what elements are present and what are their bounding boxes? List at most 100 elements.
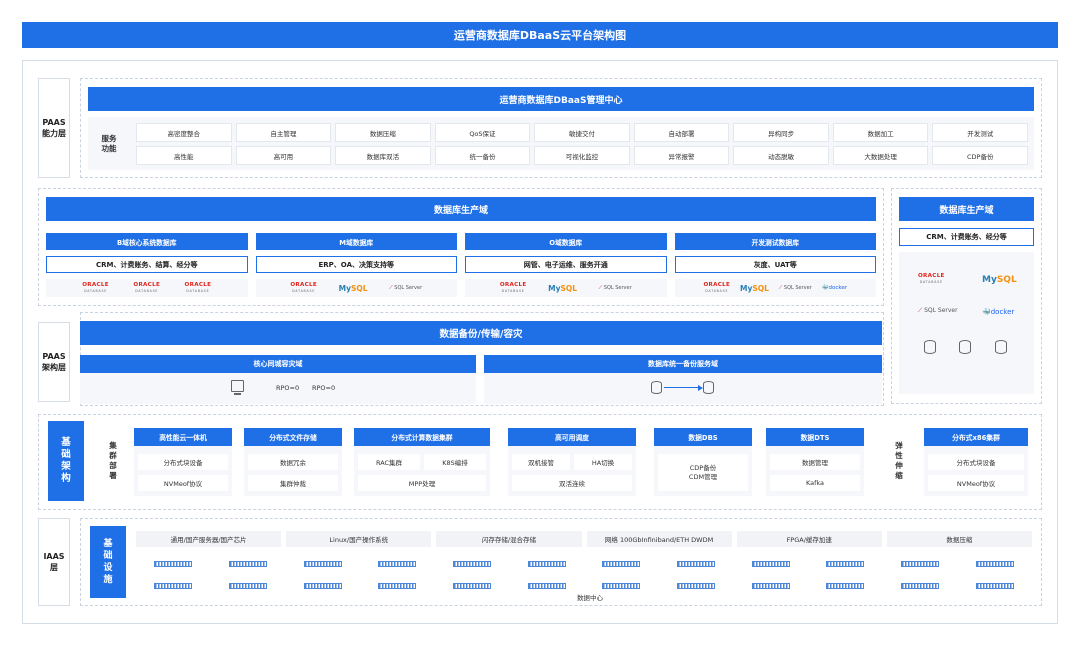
mysql-logo-my: My xyxy=(740,283,753,293)
oracle-logo: ORACLE DATABASE xyxy=(703,282,730,294)
mgmt-center-title: 运营商数据库DBaaS管理中心 xyxy=(88,87,1034,111)
hardware-chip-icon xyxy=(900,583,939,589)
service-item: QoS保证 xyxy=(434,123,531,142)
hardware-chip-icon xyxy=(452,583,491,589)
hardware-chip-icon xyxy=(303,561,342,567)
service-item: 大数据处理 xyxy=(832,146,929,165)
db-logos-row: ORACLE DATABASE ORACLE DATABASE ORACLE DATABA… xyxy=(46,279,248,297)
service-grid: 高密度整合 自主管理 数据压缩 QoS保证 敏捷交付 自动部署 异构同步 数据加工 开发测试 高性… xyxy=(136,123,1028,165)
sqlserver-logo: ⟋ SQL Server xyxy=(599,285,632,291)
hardware-chip-icon xyxy=(154,561,193,567)
hardware-chip-icon xyxy=(527,583,566,589)
oracle-logo-sub: DATABASE xyxy=(292,289,316,293)
oracle-logo: ORACLE DATABASE xyxy=(133,282,160,294)
oracle-logo-sub: DATABASE xyxy=(135,289,159,293)
db-icon xyxy=(995,340,1007,354)
hardware-chip-icon xyxy=(900,561,939,567)
prod-domain-column: O域数据库 网管、电子运维、服务开通 ORACLE DATABASE MySQL ⟋ SQ… xyxy=(465,233,667,301)
service-item: 数据压缩 xyxy=(335,123,431,142)
service-item: 异构同步 xyxy=(733,123,829,142)
db-icon xyxy=(959,340,971,354)
service-item: 高可用 xyxy=(235,146,332,165)
sqlserver-logo: ⟋ SQL Server xyxy=(779,285,812,291)
hardware-chip-icon xyxy=(303,583,342,589)
db-icon xyxy=(651,381,662,394)
core-dr-domain-title: 核心同城容灾域 xyxy=(80,355,476,373)
iaas-item: 网络 100GbInfiniband/ETH DWDM xyxy=(586,531,732,547)
mysql-logo-my: My xyxy=(338,283,351,293)
data-center-label: 数据中心 xyxy=(577,594,603,602)
service-item: 高性能 xyxy=(136,146,232,165)
hardware-chip-icon xyxy=(378,561,417,567)
service-item: 开发测试 xyxy=(932,123,1028,142)
db-logos-row: ORACLE DATABASE MySQL ⟋ SQL Server 🐳docker xyxy=(674,279,876,297)
service-item: 敏捷交付 xyxy=(534,123,630,142)
hardware-chip-icon xyxy=(527,561,566,567)
prod-domain-column: M域数据库 ERP、OA、决策支持等 ORACLE DATABASE MySQL ⟋ SQ… xyxy=(255,233,457,301)
service-item: 高密度整合 xyxy=(136,123,232,142)
sqlserver-logo: ⟋ SQL Server xyxy=(918,307,958,314)
hardware-chip-icon xyxy=(826,583,865,589)
hardware-chip-icon xyxy=(751,561,790,567)
sqlserver-logo-text: SQL Server xyxy=(394,285,423,291)
hardware-chip-icon xyxy=(826,561,865,567)
iaas-item: 通用/国产服务器/国产芯片 xyxy=(136,531,282,547)
hardware-chip-icon xyxy=(452,561,491,567)
hardware-chip-icon xyxy=(228,583,267,589)
prod-domain-desc: CRM、计费账务、结算、经分等 xyxy=(46,256,248,273)
layer-label-paas-architecture: PAAS 架构层 xyxy=(38,322,70,402)
sqlserver-logo-text: SQL Server xyxy=(603,285,632,291)
prod-domain-subtitle: B域核心系统数据库 xyxy=(46,233,248,250)
right-prod-title: 数据库生产域 xyxy=(899,197,1034,221)
prod-domain-desc: 灰度、UAT等 xyxy=(674,256,876,273)
iaas-items: 通用/国产服务器/国产芯片 Linux/国产操作系统 闪存存储/混合存储 网络 100… xyxy=(136,531,1032,547)
prod-domain-desc: 网管、电子运维、服务开通 xyxy=(465,256,667,273)
service-function-label: 服务 功能 xyxy=(101,133,117,153)
hardware-chip-icon xyxy=(676,583,715,589)
oracle-logo-sub: DATABASE xyxy=(705,289,729,293)
prod-domain-subtitle: O域数据库 xyxy=(465,233,667,250)
iaas-item: 闪存存储/混合存储 xyxy=(436,531,582,547)
hardware-chip-icon xyxy=(751,583,790,589)
hardware-chip-icon xyxy=(378,583,417,589)
layer-label-iaas: IAAS 层 xyxy=(38,518,70,606)
prod-domain-subtitle: 开发测试数据库 xyxy=(674,233,876,250)
oracle-logo: ORACLE DATABASE xyxy=(918,273,945,284)
db-logos-row: ORACLE DATABASE MySQL ⟋ SQL Server xyxy=(465,279,667,297)
service-item: 自动部署 xyxy=(633,123,730,142)
docker-logo: 🐳docker xyxy=(982,308,1015,316)
docker-logo: 🐳docker xyxy=(822,285,847,291)
infrastructure-label: 基 础 设 施 xyxy=(90,526,126,598)
hardware-chip-icon xyxy=(154,583,193,589)
arrow-right-icon xyxy=(664,387,700,388)
mysql-logo: MySQL xyxy=(740,284,769,293)
mysql-logo-sql: SQL xyxy=(350,283,368,293)
service-item: CDP备份 xyxy=(932,146,1028,165)
mysql-logo-my: My xyxy=(548,283,561,293)
prod-domain-title: 数据库生产域 xyxy=(46,197,876,221)
sqlserver-logo: ⟋ SQL Server xyxy=(389,285,422,291)
mysql-logo-sql: SQL xyxy=(560,283,578,293)
db-icon xyxy=(924,340,936,354)
oracle-logo: ORACLE DATABASE xyxy=(185,282,212,294)
cluster-deploy-label: 集 群 部 署 xyxy=(109,441,117,480)
oracle-logo-sub: DATABASE xyxy=(84,289,108,293)
prod-domain-desc: ERP、OA、决策支持等 xyxy=(255,256,457,273)
prod-domain-column: B域核心系统数据库 CRM、计费账务、结算、经分等 ORACLE DATABASE OR… xyxy=(46,233,248,301)
oracle-logo: ORACLE DATABASE xyxy=(82,282,109,294)
iaas-item: FPGA/缓存加速 xyxy=(736,531,882,547)
prod-domain-columns: B域核心系统数据库 CRM、计费账务、结算、经分等 ORACLE DATABASE OR… xyxy=(46,233,876,301)
db-logos-row: ORACLE DATABASE MySQL ⟋ SQL Server xyxy=(255,279,457,297)
mysql-logo: MySQL xyxy=(548,284,577,293)
service-item: 自主管理 xyxy=(235,123,332,142)
rpo-right: RPO=0 xyxy=(312,384,336,392)
unified-backup-panel xyxy=(484,373,882,404)
page-title: 运营商数据库DBaaS云平台架构图 xyxy=(22,22,1058,48)
unified-backup-domain-title: 数据库统一备份服务域 xyxy=(484,355,882,373)
hardware-chip-icon xyxy=(602,583,641,589)
mysql-logo-sql: SQL xyxy=(752,283,769,293)
rpo-left: RPO=0 xyxy=(276,384,300,392)
hardware-chip-icon xyxy=(228,561,267,567)
hardware-chip-icon xyxy=(602,561,641,567)
hardware-chip-icon xyxy=(676,561,715,567)
